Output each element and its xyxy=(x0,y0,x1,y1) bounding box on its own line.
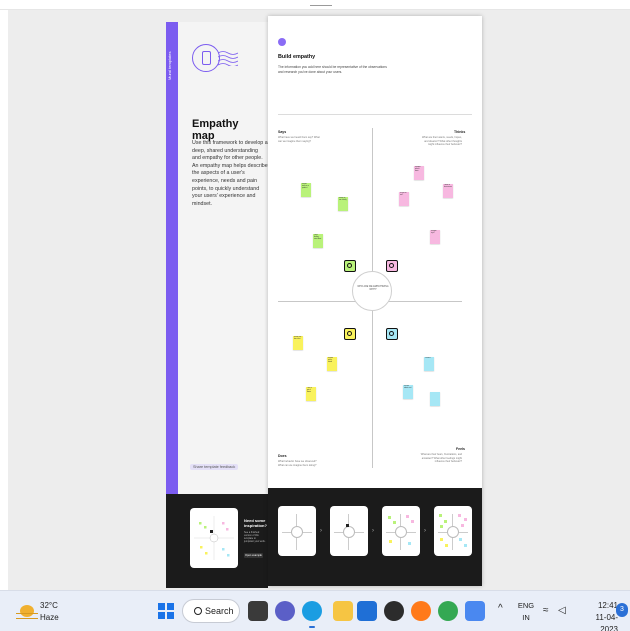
firefox-icon[interactable] xyxy=(411,601,431,621)
sticky-note[interactable]: Unsure about cost xyxy=(403,385,413,399)
quadrant-feels-question: What are their fears, frustrations, and … xyxy=(420,453,462,463)
template-gallery: › › › xyxy=(268,488,482,586)
sticky-note[interactable]: Likes finding new ideas xyxy=(313,234,323,248)
microsoft-store-icon[interactable] xyxy=(357,601,377,621)
taskbar: 32°C Haze Search ^ ENG IN ≈ ◁ 12:41 11-0… xyxy=(0,590,630,631)
language-indicator[interactable]: ENG IN xyxy=(517,600,535,624)
weather-temperature[interactable]: 32°C xyxy=(40,601,58,610)
sticky-note[interactable]: Reads the docs first xyxy=(293,336,303,350)
quadrant-thinks-question: What are their wants, needs, hopes, and … xyxy=(421,136,462,146)
chevron-up-icon[interactable]: ^ xyxy=(498,603,503,614)
window-top-strip xyxy=(0,0,630,10)
template-title: Empathy map xyxy=(192,118,239,142)
quadrant-says-title: Says xyxy=(278,130,287,134)
task-view-icon[interactable] xyxy=(248,601,268,621)
brand-strip: Mural templates xyxy=(166,22,178,494)
sticky-note[interactable]: Tries a quick demo xyxy=(306,387,316,401)
sticky-note[interactable]: Would work on a product xyxy=(301,183,311,197)
board-title: Build empathy xyxy=(278,54,316,60)
mobile-user-icon xyxy=(192,44,220,72)
sticky-note[interactable] xyxy=(430,392,440,406)
wave-lines-icon xyxy=(218,51,238,66)
teams-icon[interactable] xyxy=(275,601,295,621)
open-example-button[interactable]: Open example xyxy=(244,553,263,558)
weather-condition[interactable]: Haze xyxy=(40,613,59,622)
inspiration-title: Need some inspiration? xyxy=(244,518,267,528)
taskbar-search[interactable]: Search xyxy=(182,599,240,623)
inspiration-thumbnail[interactable] xyxy=(190,508,238,568)
inspiration-preview xyxy=(194,516,234,560)
quadrant-does-title: Does xyxy=(278,454,287,458)
brand-label: Mural templates xyxy=(167,51,172,80)
clock[interactable]: 12:41 11-04-2023 xyxy=(584,600,618,631)
active-app-indicator xyxy=(309,626,315,628)
search-label: Search xyxy=(205,606,234,616)
quadrant-thinks-title: Thinks xyxy=(454,130,466,134)
template-description: Use this framework to develop a deep, sh… xyxy=(192,140,268,207)
template-thumbnail[interactable] xyxy=(278,506,316,556)
template-info-panel: Mural templates Empathy map Use this fra… xyxy=(166,22,268,588)
sticky-note[interactable]: Should I try it? xyxy=(430,230,440,244)
drag-handle[interactable] xyxy=(310,5,332,6)
notification-badge[interactable]: 3 xyxy=(616,603,628,617)
docs-icon[interactable] xyxy=(465,601,485,621)
empathy-map-board[interactable]: Build empathy The information you add he… xyxy=(268,16,482,586)
thought-bubble-icon xyxy=(386,260,398,272)
sticky-note[interactable]: Curious xyxy=(424,357,434,371)
sticky-note[interactable]: I want to know more xyxy=(443,184,453,198)
region-code: IN xyxy=(522,613,530,622)
edge-icon[interactable] xyxy=(302,601,322,621)
language-code: ENG xyxy=(517,601,535,610)
hand-icon xyxy=(344,328,356,340)
board-subtitle: The information you add here should be r… xyxy=(278,65,387,74)
speaker-icon[interactable]: ◁ xyxy=(558,605,566,616)
center-label: WHO ARE WE EMPATHIZING WITH? xyxy=(357,286,389,291)
persona-center[interactable]: WHO ARE WE EMPATHIZING WITH? xyxy=(352,271,392,311)
wifi-icon[interactable]: ≈ xyxy=(543,605,549,616)
clock-time: 12:41 xyxy=(597,601,618,610)
divider xyxy=(278,114,472,115)
arrow-right-icon: › xyxy=(372,528,374,534)
template-thumbnail[interactable] xyxy=(434,506,472,556)
sticky-note[interactable]: Wants to use it daily xyxy=(338,197,348,211)
template-thumbnail[interactable] xyxy=(382,506,420,556)
speech-bubble-icon xyxy=(344,260,356,272)
search-icon xyxy=(194,607,202,615)
template-thumbnail[interactable] xyxy=(330,506,368,556)
file-explorer-icon[interactable] xyxy=(333,601,353,621)
chrome-icon[interactable] xyxy=(438,601,458,621)
sticky-note[interactable]: Wonder what it does xyxy=(414,166,424,180)
windows-start-icon[interactable] xyxy=(158,603,174,619)
dell-icon[interactable] xyxy=(384,601,404,621)
sticky-note[interactable]: Shares with a friend xyxy=(327,357,337,371)
heart-icon xyxy=(386,328,398,340)
arrow-right-icon: › xyxy=(320,528,322,534)
feedback-link[interactable]: Share template feedback xyxy=(190,464,239,470)
quadrant-feels-title: Feels xyxy=(456,447,465,451)
quadrant-says-question: What have we heard them say? What can we… xyxy=(278,136,320,143)
step-indicator xyxy=(278,38,286,46)
arrow-right-icon: › xyxy=(424,528,426,534)
inspiration-body: See a finished version of this template … xyxy=(244,531,266,543)
haze-lines-icon xyxy=(16,613,38,619)
quadrant-does-question: What behavior have we observed? What can… xyxy=(278,460,317,467)
sticky-note[interactable]: Is this for me? xyxy=(399,192,409,206)
inspiration-section: Need some inspiration? See a finished ve… xyxy=(166,494,268,588)
clock-date: 11-04-2023 xyxy=(595,613,618,631)
